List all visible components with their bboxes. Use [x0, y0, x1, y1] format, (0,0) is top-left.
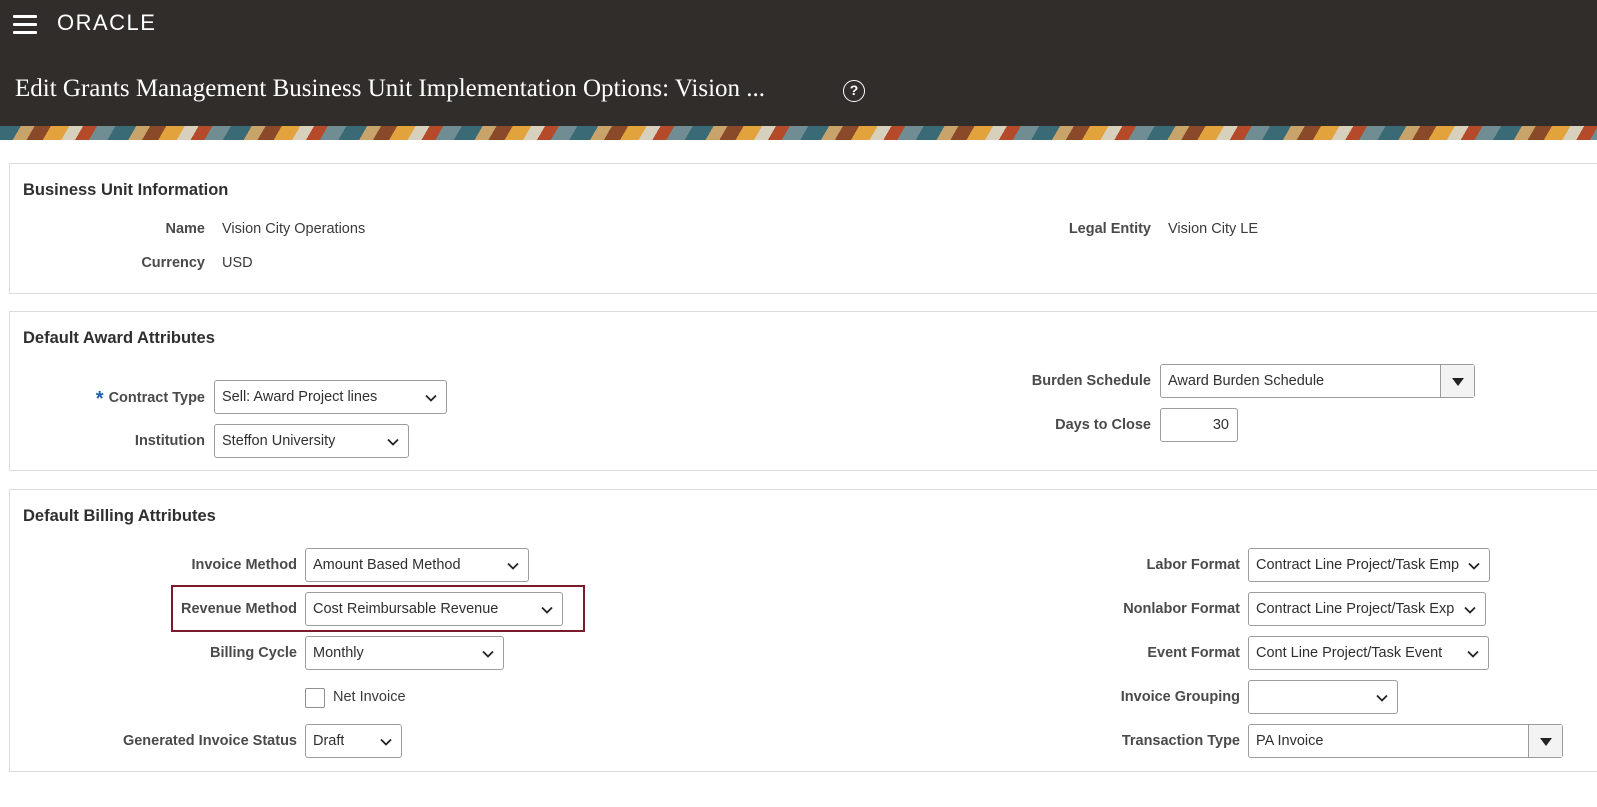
required-marker: * — [95, 388, 104, 410]
page-title: Edit Grants Management Business Unit Imp… — [15, 75, 766, 102]
net-invoice-checkbox[interactable] — [305, 688, 325, 708]
chevron-down-icon — [1468, 562, 1480, 570]
invoice-method-select[interactable]: Amount Based Method — [305, 548, 529, 582]
institution-label: Institution — [134, 433, 205, 449]
burden-schedule-value: Award Burden Schedule — [1168, 373, 1325, 389]
billing-cycle-select[interactable]: Monthly — [305, 636, 504, 670]
legal-entity-value: Vision City LE — [1168, 221, 1258, 237]
transaction-type-combobox[interactable]: PA Invoice — [1248, 724, 1563, 758]
transaction-type-label: Transaction Type — [1121, 733, 1240, 749]
oracle-logo[interactable]: ORACLE — [57, 10, 156, 36]
invoice-method-value: Amount Based Method — [313, 557, 461, 573]
contract-type-select[interactable]: Sell: Award Project lines — [214, 380, 447, 414]
institution-value: Steffon University — [222, 433, 336, 449]
section-title: Business Unit Information — [23, 181, 229, 199]
burden-schedule-label: Burden Schedule — [1031, 373, 1151, 389]
chevron-down-icon — [1467, 650, 1479, 658]
dropdown-arrow-icon[interactable] — [1440, 365, 1474, 397]
decorative-banner — [0, 126, 1597, 140]
global-header: ORACLE Edit Grants Management Business U… — [0, 0, 1597, 126]
revenue-method-value: Cost Reimbursable Revenue — [313, 601, 499, 617]
event-format-value: Cont Line Project/Task Event — [1256, 645, 1443, 661]
chevron-down-icon — [425, 394, 437, 402]
chevron-down-icon — [1376, 694, 1388, 702]
name-value: Vision City Operations — [222, 221, 366, 237]
days-to-close-value: 30 — [1212, 417, 1229, 433]
contract-type-label-text: Contract Type — [108, 390, 205, 406]
institution-select[interactable]: Steffon University — [214, 424, 409, 458]
labor-format-value: Contract Line Project/Task Emp — [1256, 557, 1460, 573]
chevron-down-icon — [387, 438, 399, 446]
section-title: Default Award Attributes — [23, 329, 215, 347]
labor-format-label: Labor Format — [1146, 557, 1240, 573]
event-format-label: Event Format — [1147, 645, 1240, 661]
days-to-close-label: Days to Close — [1055, 417, 1151, 433]
chevron-down-icon — [380, 738, 392, 746]
revenue-method-label: Revenue Method — [180, 601, 297, 617]
help-icon[interactable]: ? — [843, 80, 865, 102]
net-invoice-label[interactable]: Net Invoice — [333, 689, 406, 705]
labor-format-select[interactable]: Contract Line Project/Task Emp — [1248, 548, 1490, 582]
section-title: Default Billing Attributes — [23, 507, 216, 525]
dropdown-arrow-icon[interactable] — [1528, 725, 1562, 757]
currency-value: USD — [222, 255, 253, 271]
name-label: Name — [165, 221, 206, 237]
invoice-grouping-label: Invoice Grouping — [1120, 689, 1240, 705]
transaction-type-value: PA Invoice — [1256, 733, 1324, 749]
nonlabor-format-select[interactable]: Contract Line Project/Task Exp — [1248, 592, 1486, 626]
legal-entity-label: Legal Entity — [1068, 221, 1151, 237]
billing-cycle-label: Billing Cycle — [209, 645, 297, 661]
contract-type-value: Sell: Award Project lines — [222, 389, 378, 405]
billing-cycle-value: Monthly — [313, 645, 364, 661]
burden-schedule-combobox[interactable]: Award Burden Schedule — [1160, 364, 1475, 398]
nonlabor-format-value: Contract Line Project/Task Exp — [1256, 601, 1455, 617]
contract-type-label: * Contract Type — [95, 385, 205, 410]
generated-invoice-status-label: Generated Invoice Status — [122, 733, 297, 749]
invoice-method-label: Invoice Method — [191, 557, 297, 573]
chevron-down-icon — [1464, 606, 1476, 614]
generated-invoice-status-select[interactable]: Draft — [305, 724, 402, 758]
nonlabor-format-label: Nonlabor Format — [1123, 601, 1240, 617]
chevron-down-icon — [541, 606, 553, 614]
currency-label: Currency — [141, 255, 205, 271]
invoice-grouping-select[interactable] — [1248, 680, 1398, 714]
navigator-menu-icon[interactable] — [13, 13, 39, 35]
event-format-select[interactable]: Cont Line Project/Task Event — [1248, 636, 1489, 670]
chevron-down-icon — [482, 650, 494, 658]
revenue-method-select[interactable]: Cost Reimbursable Revenue — [305, 592, 563, 626]
chevron-down-icon — [507, 562, 519, 570]
days-to-close-input[interactable]: 30 — [1160, 408, 1238, 442]
generated-invoice-status-value: Draft — [313, 733, 345, 749]
